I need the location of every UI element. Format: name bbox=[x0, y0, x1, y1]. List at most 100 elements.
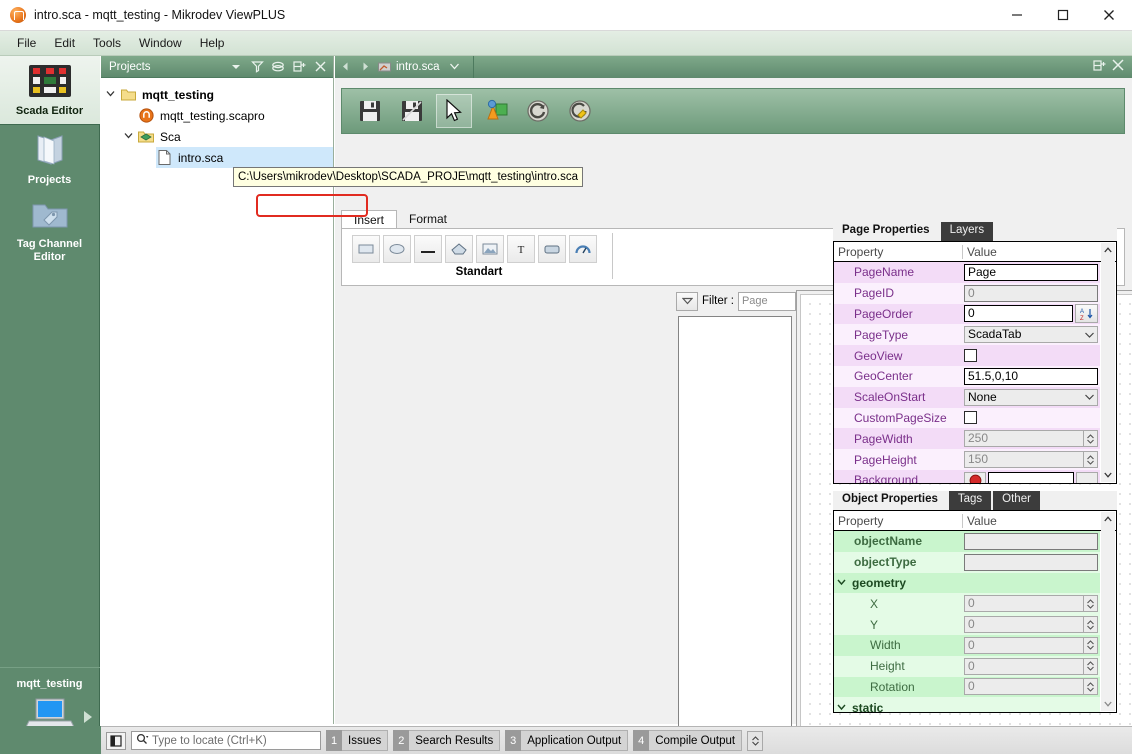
table-row[interactable]: PageID 0 bbox=[834, 282, 1100, 304]
editor-file-tab[interactable]: intro.sca bbox=[335, 56, 475, 78]
filter-funnel-icon[interactable] bbox=[248, 58, 266, 76]
save-icon[interactable] bbox=[352, 94, 388, 128]
line-icon[interactable] bbox=[414, 235, 442, 263]
save-as-icon[interactable] bbox=[394, 94, 430, 128]
spinner-buttons[interactable] bbox=[1083, 616, 1098, 634]
table-row[interactable]: PageName Page bbox=[834, 262, 1100, 283]
close-icon[interactable] bbox=[311, 58, 329, 76]
table-row[interactable]: GeoCenter 51.5,0,10 bbox=[834, 365, 1100, 387]
height-spinner[interactable]: 0 bbox=[964, 657, 1098, 675]
table-row[interactable]: Y 0 bbox=[834, 614, 1100, 635]
play-arrow-icon[interactable] bbox=[83, 711, 92, 723]
tab-format[interactable]: Format bbox=[397, 210, 459, 229]
button-icon[interactable] bbox=[538, 235, 566, 263]
x-spinner[interactable]: 0 bbox=[964, 595, 1098, 613]
ellipse-icon[interactable] bbox=[383, 235, 411, 263]
refresh-icon[interactable] bbox=[520, 94, 556, 128]
table-row[interactable]: Height 0 bbox=[834, 655, 1100, 677]
background-color-icon[interactable] bbox=[964, 471, 986, 483]
page-properties-scrollbar[interactable] bbox=[1101, 243, 1115, 482]
table-row[interactable]: Background bbox=[834, 469, 1100, 483]
tab-other[interactable]: Other bbox=[993, 491, 1040, 510]
output-tab-search-results[interactable]: 2 Search Results bbox=[393, 730, 501, 751]
output-tab-issues[interactable]: 1 Issues bbox=[326, 730, 389, 751]
scroll-down-icon[interactable] bbox=[1101, 468, 1115, 482]
close-icon[interactable] bbox=[1112, 59, 1124, 75]
spinner-buttons[interactable] bbox=[1083, 636, 1098, 654]
rect-icon[interactable] bbox=[352, 235, 380, 263]
y-spinner[interactable]: 0 bbox=[964, 616, 1098, 634]
output-tab-application-output[interactable]: 3 Application Output bbox=[505, 730, 629, 751]
sidebar-item-scada-editor[interactable]: Scada Editor bbox=[0, 56, 100, 125]
new-split-icon[interactable] bbox=[290, 58, 308, 76]
chevron-down-icon[interactable] bbox=[119, 131, 137, 143]
tree-item-mqtt-testing[interactable]: mqtt_testing bbox=[101, 84, 333, 105]
menu-file[interactable]: File bbox=[8, 33, 45, 53]
sidebar-item-projects[interactable]: Projects bbox=[0, 125, 100, 193]
menu-tools[interactable]: Tools bbox=[84, 33, 130, 53]
tree-item-sca[interactable]: Sca bbox=[101, 126, 333, 147]
table-row[interactable]: objectType bbox=[834, 551, 1100, 573]
table-row[interactable]: PageWidth 250 bbox=[834, 428, 1100, 450]
tab-insert[interactable]: Insert bbox=[341, 210, 398, 229]
tree-item-intro-sca[interactable]: intro.sca bbox=[101, 147, 333, 168]
chevron-down-icon[interactable] bbox=[101, 89, 119, 101]
pageheight-spinner[interactable]: 150 bbox=[964, 451, 1098, 469]
pagetype-combo[interactable]: ScadaTab bbox=[964, 326, 1098, 344]
table-row[interactable]: PageType ScadaTab bbox=[834, 324, 1100, 346]
new-split-icon[interactable] bbox=[1093, 59, 1106, 75]
background-value-field[interactable] bbox=[988, 471, 1074, 483]
clean-brush-icon[interactable] bbox=[562, 94, 598, 128]
spinner-buttons[interactable] bbox=[1083, 595, 1098, 613]
spinner-buttons[interactable] bbox=[1083, 430, 1098, 448]
rotation-spinner[interactable]: 0 bbox=[964, 678, 1098, 696]
gauge-icon[interactable] bbox=[569, 235, 597, 263]
sort-az-icon[interactable]: AZ bbox=[1075, 304, 1098, 324]
geoview-checkbox[interactable] bbox=[964, 349, 977, 363]
close-icon[interactable] bbox=[1086, 0, 1132, 31]
table-row[interactable]: GeoView bbox=[834, 345, 1100, 366]
objecttype-field[interactable] bbox=[964, 553, 1098, 571]
filter-input[interactable]: Page Na... bbox=[737, 291, 796, 311]
custompagesize-checkbox[interactable] bbox=[964, 411, 977, 425]
menu-window[interactable]: Window bbox=[130, 33, 191, 53]
pagename-field[interactable]: Page bbox=[964, 263, 1098, 281]
geocenter-field[interactable]: 51.5,0,10 bbox=[964, 367, 1098, 385]
spinner-buttons[interactable] bbox=[1083, 657, 1098, 675]
spinner-buttons[interactable] bbox=[1083, 451, 1098, 469]
pagewidth-spinner[interactable]: 250 bbox=[964, 430, 1098, 448]
width-spinner[interactable]: 0 bbox=[964, 636, 1098, 654]
sidebar-item-tag-channel-editor[interactable]: Tag Channel Editor bbox=[0, 193, 100, 270]
chevron-down-icon[interactable] bbox=[676, 291, 698, 311]
output-tab-compile-output[interactable]: 4 Compile Output bbox=[633, 730, 743, 751]
text-icon[interactable]: T bbox=[507, 235, 535, 263]
dropdown-arrow-icon[interactable] bbox=[227, 58, 245, 76]
chevron-down-icon[interactable] bbox=[834, 703, 848, 712]
link-sync-icon[interactable] bbox=[269, 58, 287, 76]
panel-toggle-icon[interactable] bbox=[106, 731, 126, 750]
scroll-up-icon[interactable] bbox=[1101, 243, 1115, 257]
background-picker-button[interactable] bbox=[1076, 471, 1098, 483]
objectname-field[interactable] bbox=[964, 532, 1098, 550]
scroll-up-icon[interactable] bbox=[1101, 512, 1115, 526]
page-list-box[interactable] bbox=[678, 316, 792, 754]
tab-tags[interactable]: Tags bbox=[948, 491, 992, 510]
table-row[interactable]: PageOrder 0 AZ bbox=[834, 303, 1100, 325]
scaleonstart-combo[interactable]: None bbox=[964, 388, 1098, 406]
forward-arrow-icon[interactable] bbox=[355, 60, 375, 75]
shapes-3d-icon[interactable] bbox=[478, 94, 514, 128]
table-row-group[interactable]: geometry bbox=[834, 572, 1100, 594]
table-row[interactable]: Width 0 bbox=[834, 634, 1100, 656]
pointer-cursor-icon[interactable] bbox=[436, 94, 472, 128]
spinner-buttons[interactable] bbox=[1083, 678, 1098, 696]
up-down-icon[interactable] bbox=[747, 730, 764, 751]
table-row[interactable]: ScaleOnStart None bbox=[834, 386, 1100, 408]
table-row[interactable]: X 0 bbox=[834, 593, 1100, 615]
table-row[interactable]: CustomPageSize bbox=[834, 407, 1100, 429]
object-properties-scrollbar[interactable] bbox=[1101, 512, 1115, 711]
tab-layers[interactable]: Layers bbox=[940, 222, 994, 241]
search-input[interactable]: Type to locate (Ctrl+K) bbox=[131, 731, 321, 750]
table-row[interactable]: objectName bbox=[834, 531, 1100, 552]
polygon-icon[interactable] bbox=[445, 235, 473, 263]
image-icon[interactable] bbox=[476, 235, 504, 263]
